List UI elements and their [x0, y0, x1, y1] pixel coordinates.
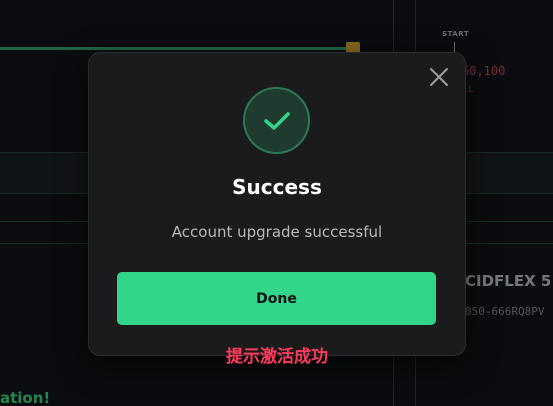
- done-button[interactable]: Done: [117, 272, 436, 325]
- annotation-text: 提示激活成功: [226, 347, 328, 367]
- success-badge: [243, 87, 310, 154]
- modal-title: Success: [232, 175, 322, 199]
- modal-message: Account upgrade successful: [171, 223, 383, 241]
- success-modal: Success Account upgrade successful Done …: [88, 52, 466, 367]
- app-stage: START 60,100 LL CIDFLEX 5 050-666RQ8PV a…: [0, 0, 553, 406]
- close-icon: [430, 68, 448, 86]
- close-button[interactable]: [427, 65, 451, 89]
- check-icon: [263, 111, 290, 130]
